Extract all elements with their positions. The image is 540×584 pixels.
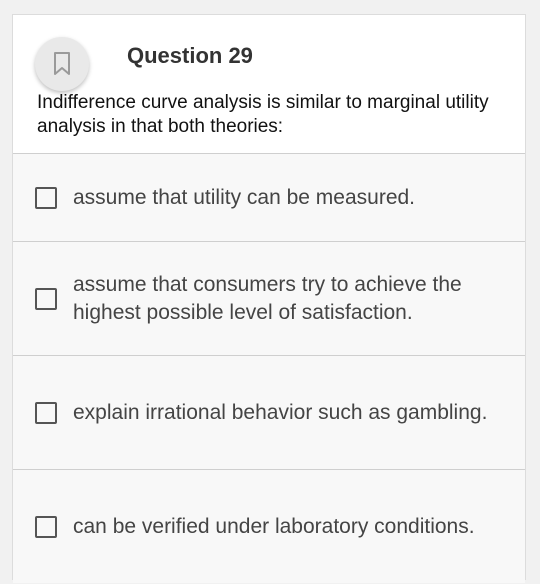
answer-label: explain irrational behavior such as gamb… xyxy=(73,400,488,424)
answer-label: assume that utility can be measured. xyxy=(73,185,416,209)
answer-option-1[interactable]: assume that utility can be measured. xyxy=(13,153,525,241)
question-card: Question 29 Indifference curve analysis … xyxy=(12,14,526,583)
checkbox[interactable] xyxy=(35,515,57,538)
question-text: Indifference curve analysis is similar t… xyxy=(37,92,489,137)
answer-options: assume that utility can be measured. ass… xyxy=(13,153,525,583)
checkbox[interactable] xyxy=(35,401,57,424)
bookmark-icon xyxy=(54,52,70,75)
answer-label: can be verified under laboratory conditi… xyxy=(73,514,475,538)
answer-label: assume that consumers try to achieve the… xyxy=(73,272,462,324)
checkbox[interactable] xyxy=(35,186,57,209)
question-title: Question 29 xyxy=(127,43,253,68)
checkbox[interactable] xyxy=(35,287,57,310)
bookmark-button[interactable] xyxy=(35,37,89,91)
answer-option-4[interactable]: can be verified under laboratory conditi… xyxy=(13,469,525,583)
answer-option-3[interactable]: explain irrational behavior such as gamb… xyxy=(13,355,525,469)
answer-option-2[interactable]: assume that consumers try to achieve the… xyxy=(13,241,525,355)
question-header: Question 29 Indifference curve analysis … xyxy=(13,15,525,153)
